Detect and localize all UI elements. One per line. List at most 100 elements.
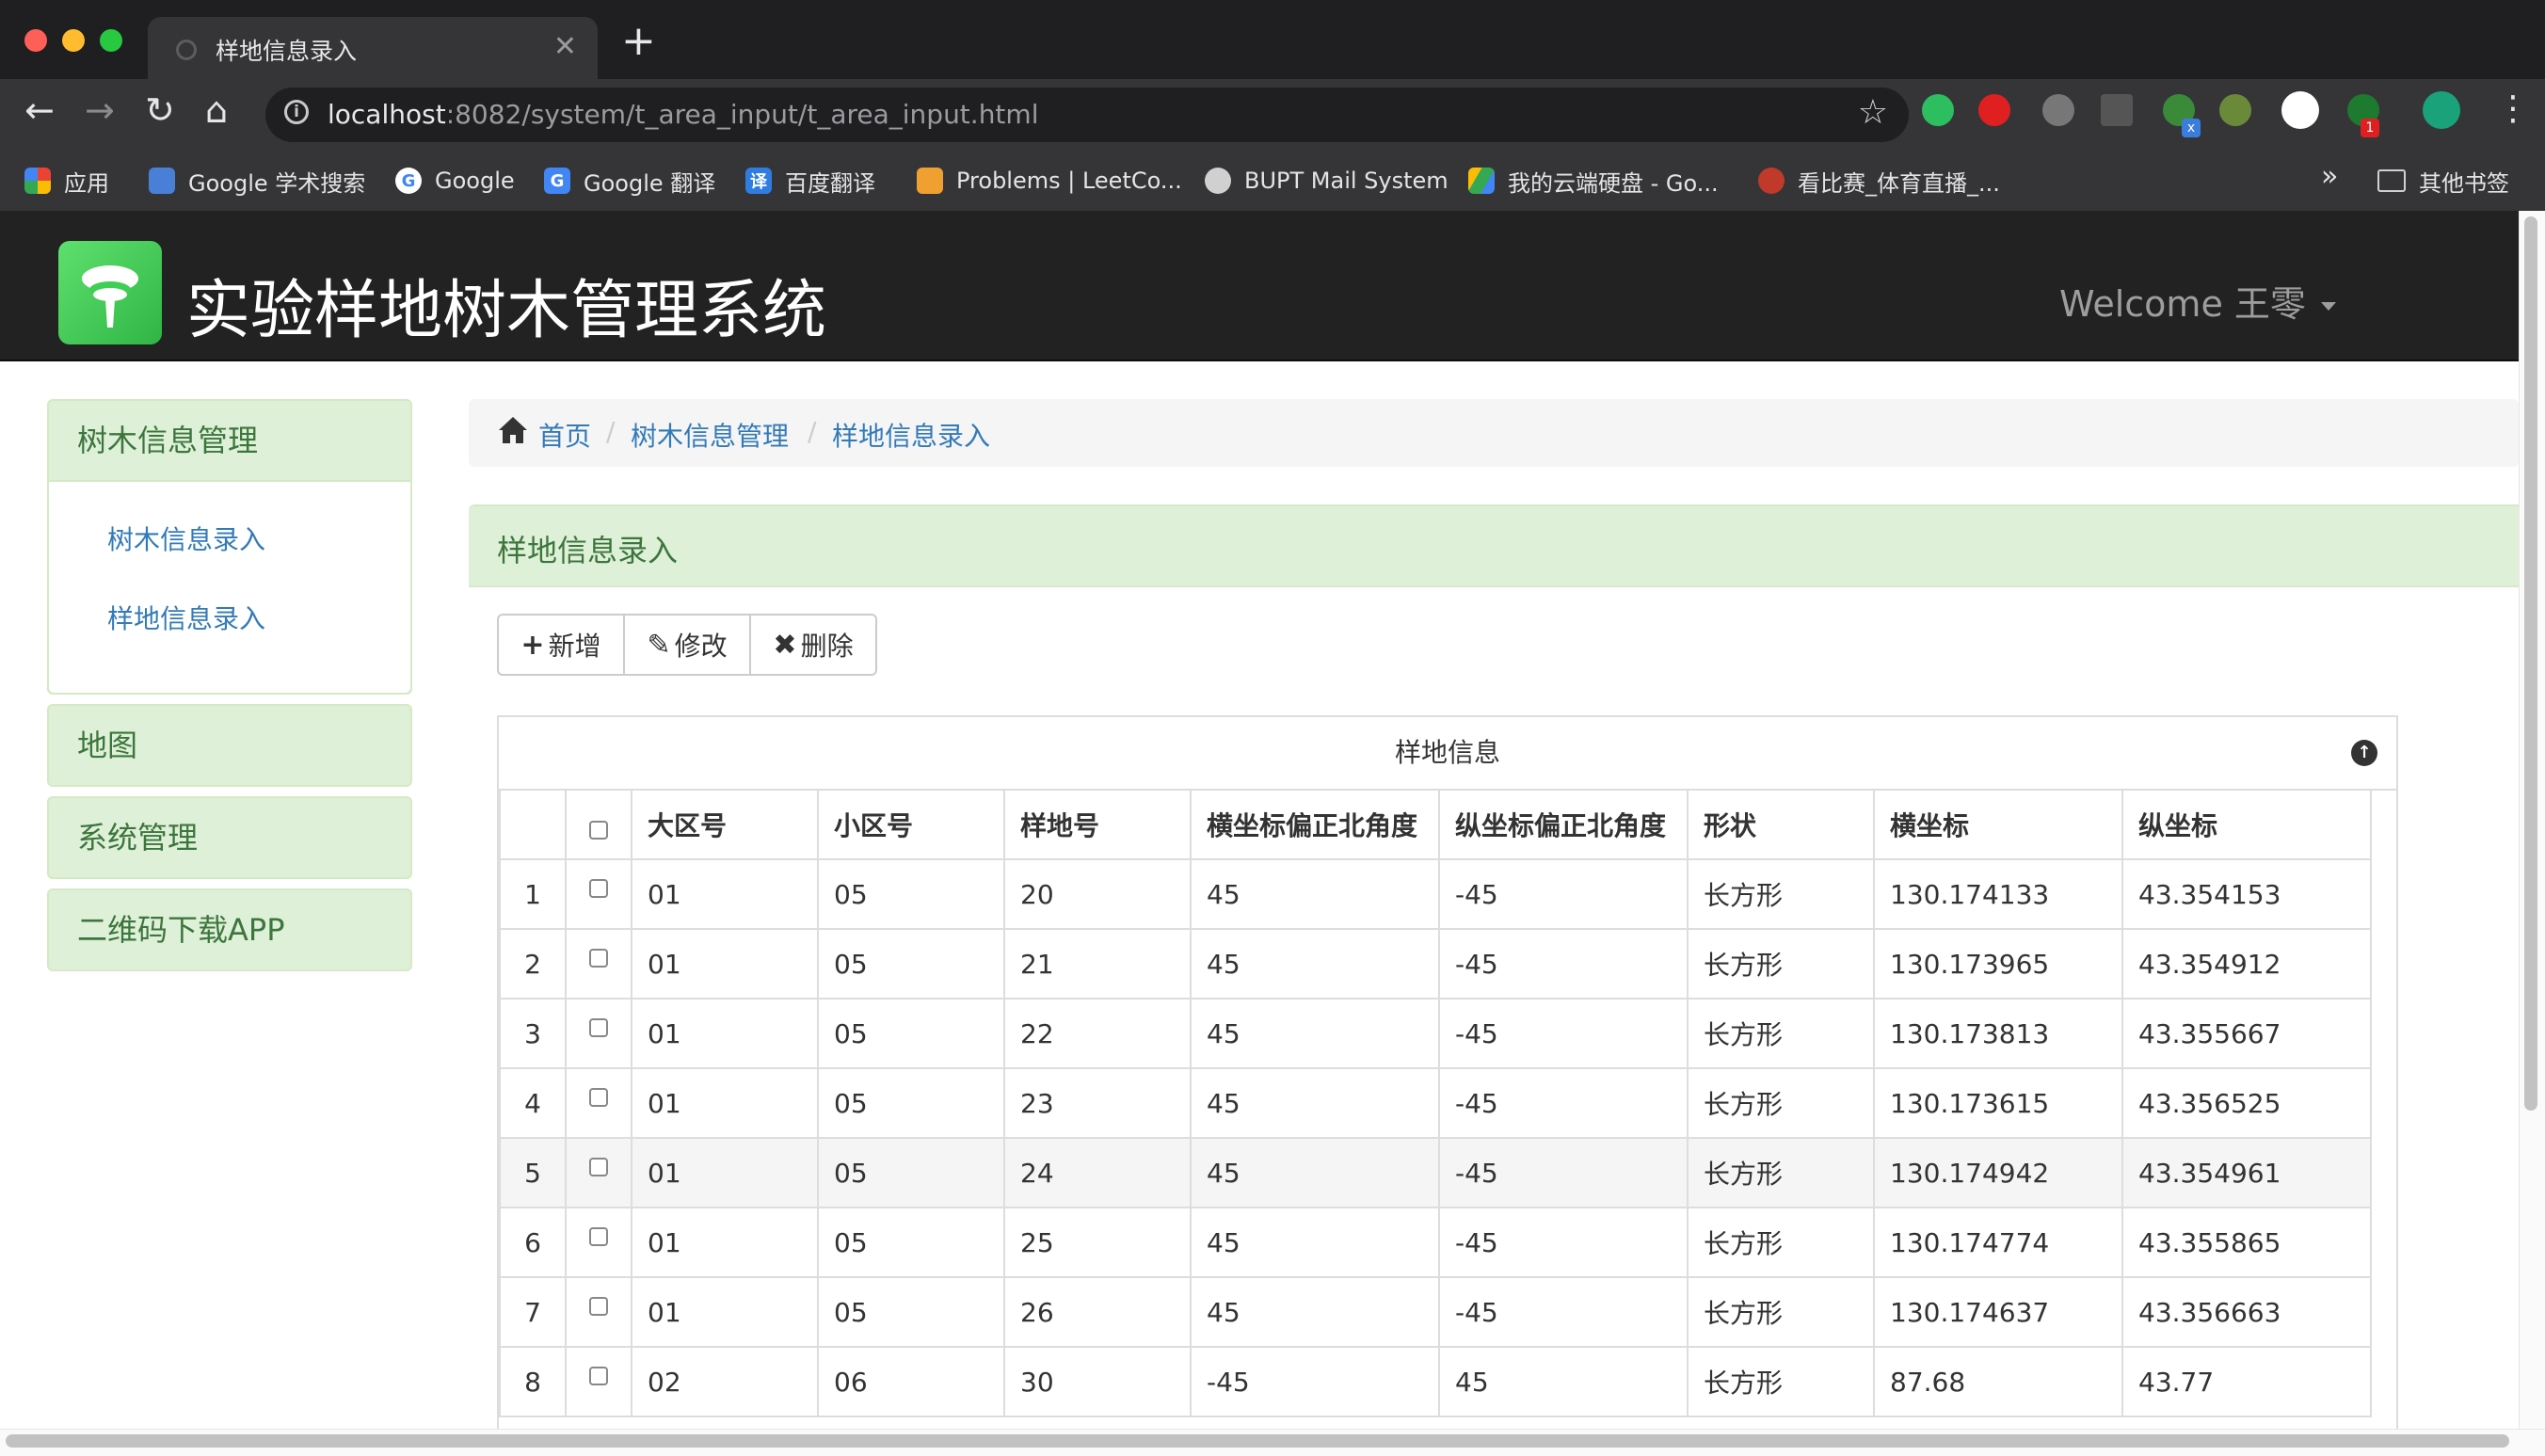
column-header[interactable]: 横坐标偏正北角度	[1190, 789, 1440, 860]
table-cell: 130.173965	[1873, 928, 2123, 1000]
translator-extension-icon[interactable]	[2101, 94, 2133, 126]
table-cell: -45	[1190, 1346, 1440, 1417]
column-header[interactable]: 大区号	[631, 789, 819, 860]
collapse-arrow-up-icon[interactable]: ↑	[2351, 740, 2377, 766]
table-cell: 45	[1190, 998, 1440, 1069]
caret-down-icon	[2320, 302, 2336, 311]
bookmark-item[interactable]: Problems | LeetCo...	[917, 162, 1182, 200]
table-row[interactable]: 7 01 05 26 45 -45 长方形 130.174637 43.356663	[499, 1276, 2372, 1348]
sidebar-group-title[interactable]: 树木信息管理	[49, 401, 410, 480]
bookmark-label: 看比赛_体育直播_...	[1798, 169, 2000, 197]
parachute-extension-icon[interactable]	[2042, 94, 2074, 126]
table-row[interactable]: 2 01 05 21 45 -45 长方形 130.173965 43.354912	[499, 928, 2372, 1000]
table-cell: 24	[1003, 1137, 1192, 1208]
table-cell: 长方形	[1687, 1207, 1875, 1278]
sidebar-group-system[interactable]: 系统管理	[47, 796, 412, 879]
panel-heading: 样地信息录入	[469, 504, 2519, 587]
adblock-extension-icon[interactable]	[1978, 94, 2010, 126]
bookmark-item[interactable]: 译百度翻译	[745, 162, 875, 200]
profile-avatar[interactable]	[2423, 91, 2460, 129]
home-icon[interactable]: ⌂	[205, 92, 228, 128]
row-number: 5	[499, 1137, 567, 1208]
table-row[interactable]: 6 01 05 25 45 -45 长方形 130.174774 43.355865	[499, 1207, 2372, 1278]
minimize-window-button[interactable]	[62, 29, 85, 52]
bookmark-star-icon[interactable]: ☆	[1858, 93, 1888, 132]
remove-icon: ✖	[773, 628, 797, 662]
table-cell: 45	[1190, 1067, 1440, 1139]
delete-button[interactable]: ✖ 删除	[749, 614, 877, 676]
table-row[interactable]: 5 01 05 24 45 -45 长方形 130.174942 43.354961	[499, 1137, 2372, 1208]
table-header-row: 大区号 小区号 样地号 横坐标偏正北角度 纵坐标偏正北角度 形状 横坐标 纵坐标	[499, 789, 2372, 860]
new-tab-plus-icon[interactable]: +	[621, 21, 656, 62]
row-checkbox[interactable]	[589, 1296, 608, 1316]
back-arrow-icon[interactable]: ←	[24, 92, 55, 128]
row-number: 3	[499, 998, 567, 1069]
other-bookmarks-folder[interactable]: 其他书签	[2377, 162, 2509, 200]
close-window-button[interactable]	[24, 29, 47, 52]
browser-tab-active[interactable]: 样地信息录入 ✕	[148, 17, 598, 79]
url-text[interactable]: localhost:8082/system/t_area_input/t_are…	[328, 99, 1038, 130]
table-row[interactable]: 4 01 05 23 45 -45 长方形 130.173615 43.356525	[499, 1067, 2372, 1139]
column-header[interactable]: 样地号	[1003, 789, 1192, 860]
row-checkbox[interactable]	[589, 948, 608, 968]
table-row[interactable]: 8 02 06 30 -45 45 长方形 87.68 43.77	[499, 1346, 2372, 1417]
row-checkbox[interactable]	[589, 1017, 608, 1037]
table-cell: 130.173615	[1873, 1067, 2123, 1139]
row-checkbox[interactable]	[589, 1087, 608, 1107]
breadcrumb-home[interactable]: 首页	[538, 416, 591, 454]
loading-spinner-icon	[176, 40, 197, 60]
table-cell: 长方形	[1687, 858, 1875, 930]
table-cell: 45	[1190, 1137, 1440, 1208]
column-header[interactable]: 横坐标	[1873, 789, 2123, 860]
sidebar-item-tree-input[interactable]: 树木信息录入	[49, 501, 410, 580]
table-cell: 130.174133	[1873, 858, 2123, 930]
url-path: :8082/system/t_area_input/t_area_input.h…	[445, 99, 1039, 130]
forward-arrow-icon[interactable]: →	[85, 92, 115, 128]
browser-menu-icon[interactable]: ⋮	[2496, 92, 2530, 126]
home-icon[interactable]	[497, 414, 529, 446]
google-icon: G	[395, 168, 422, 194]
table-row[interactable]: 3 01 05 22 45 -45 长方形 130.173813 43.355667	[499, 998, 2372, 1069]
table-cell: 45	[1190, 858, 1440, 930]
reload-icon[interactable]: ↻	[145, 92, 175, 128]
bookmarks-overflow-icon[interactable]: »	[2321, 160, 2338, 193]
table-row[interactable]: 1 01 05 20 45 -45 长方形 130.174133 43.354153	[499, 858, 2372, 930]
bookmark-item[interactable]: 我的云端硬盘 - Go...	[1468, 162, 1719, 200]
pin-extension-icon[interactable]	[2219, 94, 2251, 126]
user-menu[interactable]: Welcome 王零	[2059, 275, 2336, 327]
bookmark-item[interactable]: 应用	[24, 162, 109, 200]
edit-button[interactable]: ✎ 修改	[623, 614, 751, 676]
table-cell: 长方形	[1687, 1276, 1875, 1348]
sidebar-group-qrcode[interactable]: 二维码下载APP	[47, 888, 412, 971]
column-header[interactable]: 纵坐标偏正北角度	[1438, 789, 1689, 860]
tab-close-icon[interactable]: ✕	[553, 30, 577, 63]
column-header[interactable]: 纵坐标	[2121, 789, 2372, 860]
sidebar-item-plot-input[interactable]: 样地信息录入	[49, 580, 410, 659]
row-checkbox[interactable]	[589, 1226, 608, 1246]
bookmark-item[interactable]: Google 学术搜索	[149, 162, 365, 200]
vertical-scroll-thumb[interactable]	[2524, 216, 2537, 1111]
bookmark-item[interactable]: G Google 翻译	[544, 162, 715, 200]
horizontal-scroll-thumb[interactable]	[6, 1434, 2509, 1448]
column-header[interactable]: 小区号	[817, 789, 1005, 860]
bookmark-label: Google 学术搜索	[188, 169, 366, 197]
evernote-extension-icon[interactable]	[1922, 94, 1954, 126]
row-checkbox[interactable]	[589, 878, 608, 898]
zoom-window-button[interactable]	[100, 29, 122, 52]
add-button[interactable]: + 新增	[497, 614, 625, 676]
column-header[interactable]: 形状	[1687, 789, 1875, 860]
bookmark-item[interactable]: BUPT Mail System	[1205, 162, 1449, 200]
sidebar-group-map[interactable]: 地图	[47, 704, 412, 787]
breadcrumb-tree-management[interactable]: 树木信息管理	[631, 416, 789, 454]
address-bar[interactable]: i localhost:8082/system/t_area_input/t_a…	[265, 88, 1909, 142]
row-checkbox-cell	[565, 858, 632, 930]
vpn-extension-icon[interactable]	[2281, 91, 2319, 129]
bookmark-item[interactable]: G Google	[395, 162, 515, 200]
table-cell: 01	[631, 1207, 819, 1278]
row-checkbox[interactable]	[589, 1366, 608, 1385]
select-all-checkbox[interactable]	[589, 820, 608, 840]
table-cell: 05	[817, 1137, 1005, 1208]
site-info-icon[interactable]: i	[284, 100, 309, 124]
bookmark-item[interactable]: 看比赛_体育直播_...	[1758, 162, 2000, 200]
row-checkbox[interactable]	[589, 1157, 608, 1176]
